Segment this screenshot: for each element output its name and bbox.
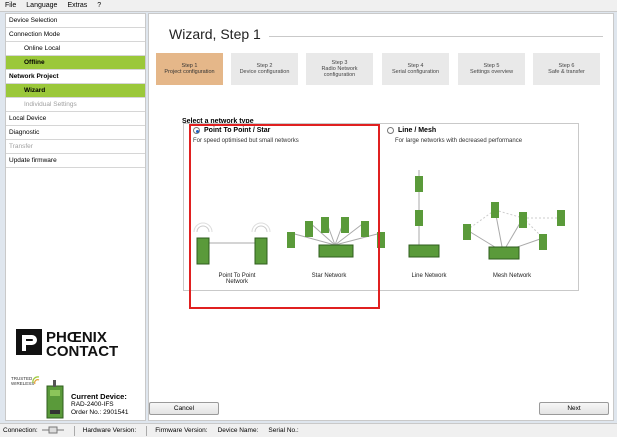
sidebar-item-offline[interactable]: Offline [6, 56, 145, 70]
step-2-label: Device configuration [239, 69, 290, 75]
status-serial-no: Serial No.: [268, 427, 299, 434]
status-separator [73, 425, 75, 436]
line-network-diagram [408, 170, 440, 258]
step-6[interactable]: Step 6 Safe & transfer [533, 53, 601, 85]
status-connection: Connection: [3, 427, 38, 434]
mesh-network-diagram [463, 202, 565, 260]
radio-button-unselected[interactable] [387, 127, 394, 134]
step-3-label: Radio Network configuration [321, 65, 358, 79]
wizard-steps: Step 1 Project configuration Step 2 Devi… [156, 53, 606, 85]
connection-status-icon [41, 426, 64, 436]
sidebar-item-local-device[interactable]: Local Device [6, 112, 145, 126]
status-hardware-version: Hardware Version: [82, 427, 137, 434]
sidebar: Device Selection Connection Mode Online … [5, 13, 146, 421]
cancel-button[interactable]: Cancel [149, 402, 219, 415]
menu-language[interactable]: Language [26, 2, 57, 9]
device-image-icon [46, 380, 64, 419]
step-2[interactable]: Step 2 Device configuration [231, 53, 299, 85]
current-device-info: TRUSTED WIRELESS Current Device: RAD-240… [11, 370, 143, 419]
menu-bar: File Language Extras ? [0, 0, 617, 12]
trusted-wireless-logo: TRUSTED WIRELESS [11, 376, 40, 386]
page-title: Wizard, Step 1 [169, 26, 261, 42]
sidebar-item-connection-mode[interactable]: Connection Mode [6, 28, 145, 42]
step-4[interactable]: Step 4 Serial configuration [382, 53, 450, 85]
option-line-mesh-label: Line / Mesh [398, 127, 437, 134]
label-mesh-network: Mesh Network [492, 273, 532, 279]
step-1-label: Project configuration [164, 69, 215, 75]
label-line-network: Line Network [411, 273, 447, 279]
title-divider [269, 36, 603, 37]
status-separator [146, 425, 148, 436]
sidebar-item-transfer: Transfer [6, 140, 145, 154]
sidebar-item-individual-settings: Individual Settings [6, 98, 145, 112]
step-4-label: Serial configuration [391, 69, 440, 75]
sidebar-item-update-firmware[interactable]: Update firmware [6, 154, 145, 168]
sidebar-item-network-project[interactable]: Network Project [6, 70, 145, 84]
sidebar-item-device-selection[interactable]: Device Selection [6, 14, 145, 28]
sidebar-item-diagnostic[interactable]: Diagnostic [6, 126, 145, 140]
step-1[interactable]: Step 1 Project configuration [156, 53, 224, 85]
step-5[interactable]: Step 5 Settings overview [458, 53, 526, 85]
current-device-title: Current Device: [71, 392, 127, 401]
sidebar-item-online-local[interactable]: Online Local [6, 42, 145, 56]
next-button[interactable]: Next [539, 402, 609, 415]
phoenix-contact-logo: PHŒNIX CONTACT [16, 329, 118, 360]
current-device-order: Order No.: 2901541 [71, 409, 129, 416]
step-6-label: Safe & transfer [548, 69, 585, 75]
sidebar-item-wizard[interactable]: Wizard [6, 84, 145, 98]
svg-text:WIRELESS: WIRELESS [11, 381, 34, 386]
main-panel: Wizard, Step 1 Step 1 Project configurat… [148, 13, 614, 421]
status-firmware-version: Firmware Version: [155, 427, 208, 434]
step-5-label: Settings overview [469, 69, 514, 75]
menu-file[interactable]: File [5, 2, 16, 9]
current-device-model: RAD-2400-IFS [71, 401, 114, 408]
status-device-name: Device Name: [217, 427, 259, 434]
menu-extras[interactable]: Extras [67, 2, 87, 9]
radio-line-mesh[interactable]: Line / Mesh [387, 127, 436, 134]
status-bar: Connection: Hardware Version: Firmware V… [0, 423, 617, 437]
menu-help[interactable]: ? [97, 2, 101, 9]
step-3[interactable]: Step 3 Radio Network configuration [306, 53, 374, 85]
selection-highlight-box [189, 124, 380, 309]
svg-text:CONTACT: CONTACT [46, 343, 118, 360]
